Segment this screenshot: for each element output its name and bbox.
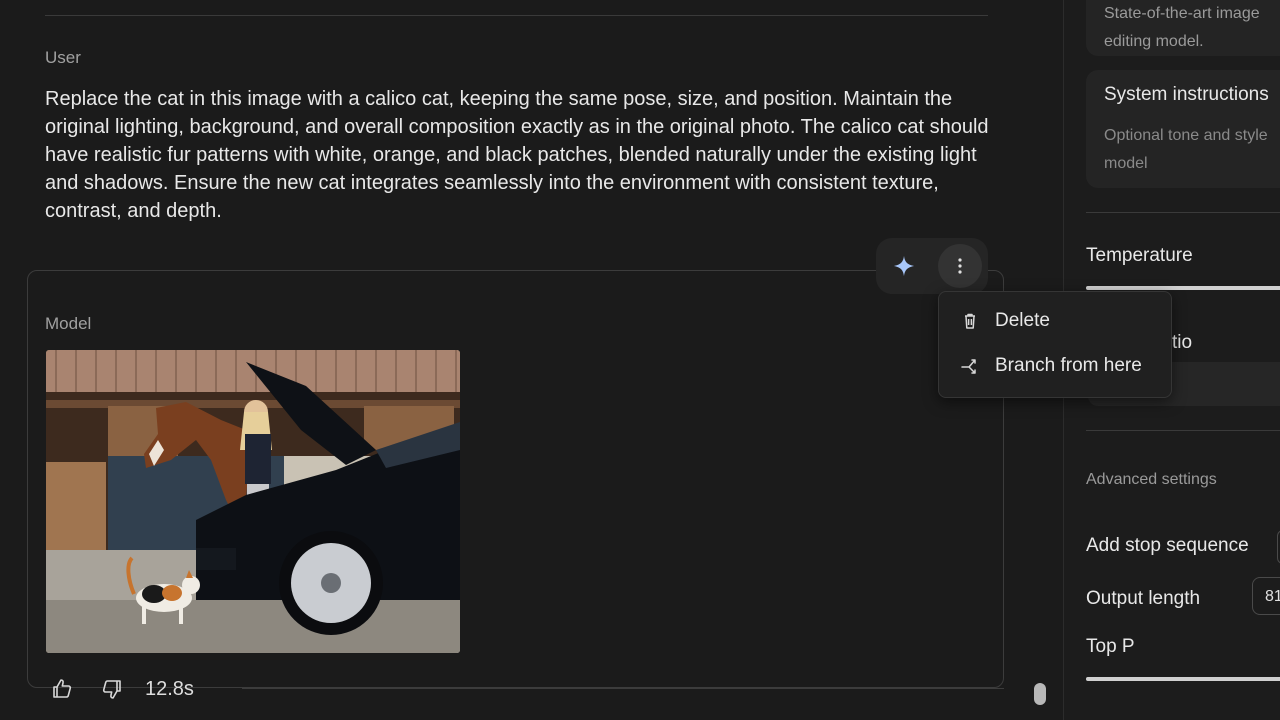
model-description-line: State-of-the-art image: [1104, 5, 1260, 22]
top-p-slider-fill: [1086, 677, 1280, 681]
system-instructions-placeholder: Optional tone and style model: [1104, 122, 1280, 178]
system-instructions-placeholder-line: Optional tone and style: [1104, 127, 1268, 144]
temperature-slider[interactable]: [1086, 286, 1280, 290]
menu-item-label: Delete: [995, 310, 1050, 331]
system-instructions-title: System instructions: [1104, 84, 1269, 105]
output-length-input[interactable]: 81: [1252, 577, 1280, 615]
settings-divider: [1086, 430, 1280, 431]
sparkle-icon: [893, 255, 915, 277]
user-role-label: User: [45, 48, 81, 67]
system-instructions-placeholder-line: model: [1104, 155, 1148, 172]
generated-image[interactable]: [46, 350, 460, 653]
model-role-label: Model: [45, 314, 92, 333]
advanced-settings-toggle[interactable]: Advanced settings: [1086, 471, 1217, 489]
sparkle-button[interactable]: [882, 244, 926, 288]
output-length-label: Output length: [1086, 588, 1201, 609]
chat-scrollbar-thumb[interactable]: [1034, 683, 1046, 705]
stop-sequence-label: Add stop sequence: [1086, 535, 1249, 556]
aspect-ratio-label: tio: [1172, 332, 1193, 353]
thumbs-up-button[interactable]: [45, 672, 79, 706]
thumbs-down-icon: [102, 680, 121, 699]
top-divider: [45, 15, 988, 16]
message-toolbar: [876, 238, 988, 294]
menu-item-delete[interactable]: Delete: [959, 310, 1050, 332]
more-options-button[interactable]: [938, 244, 982, 288]
footer-divider: [242, 688, 1004, 689]
model-description-line: editing model.: [1104, 33, 1204, 50]
more-vert-icon: [958, 258, 962, 274]
branch-icon: [959, 355, 981, 377]
menu-item-label: Branch from here: [995, 355, 1142, 376]
thumbs-down-button[interactable]: [95, 672, 129, 706]
temperature-slider-fill: [1086, 286, 1280, 290]
user-message: Replace the cat in this image with a cal…: [45, 88, 989, 222]
message-context-menu: Delete Branch from here: [938, 291, 1172, 398]
model-selector-card[interactable]: State-of-the-art image editing model.: [1086, 0, 1280, 56]
system-instructions-card[interactable]: System instructions Optional tone and st…: [1086, 70, 1280, 188]
top-p-slider[interactable]: [1086, 677, 1280, 681]
menu-item-branch[interactable]: Branch from here: [959, 355, 1142, 377]
temperature-label: Temperature: [1086, 245, 1193, 266]
thumbs-up-icon: [53, 679, 72, 698]
generated-image-photo: [46, 350, 460, 653]
response-footer: 12.8s: [45, 672, 194, 706]
response-time: 12.8s: [145, 677, 194, 700]
trash-icon: [959, 310, 981, 332]
settings-divider: [1086, 212, 1280, 213]
top-p-label: Top P: [1086, 636, 1135, 657]
